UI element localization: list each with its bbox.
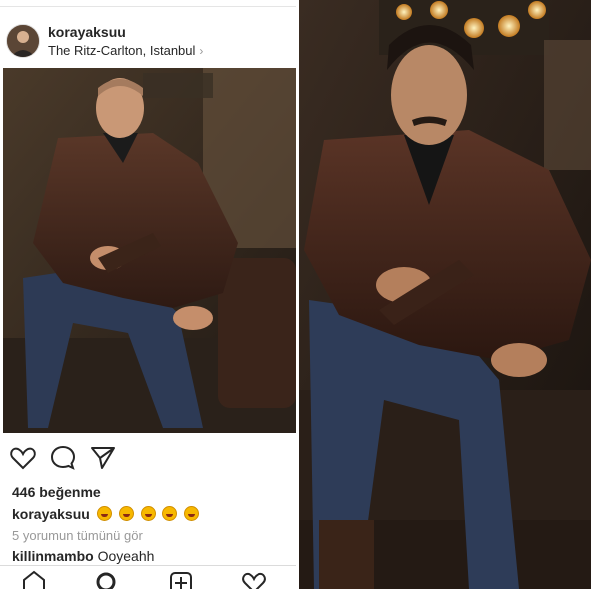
home-icon[interactable] xyxy=(21,570,47,589)
laughing-emoji-icon xyxy=(140,506,156,521)
comment: killinmambo Ooyeahh xyxy=(12,548,154,564)
comment-icon[interactable] xyxy=(49,444,77,472)
post-actions xyxy=(0,444,296,474)
comment-text: Ooyeahh xyxy=(97,548,155,564)
comment-username[interactable]: killinmambo xyxy=(12,548,94,564)
like-count[interactable]: 446 beğenme xyxy=(12,484,101,500)
add-post-icon[interactable] xyxy=(168,570,194,589)
post-location-link[interactable]: The Ritz-Carlton, Istanbul › xyxy=(48,43,203,58)
post-location[interactable]: The Ritz-Carlton, Istanbul xyxy=(48,43,195,58)
avatar[interactable] xyxy=(6,24,40,58)
comparison-photo xyxy=(299,0,591,589)
heart-icon[interactable] xyxy=(9,444,37,472)
bottom-tab-bar xyxy=(0,565,296,589)
caption-username[interactable]: korayaksuu xyxy=(12,506,90,522)
instagram-post-screenshot: korayaksuu The Ritz-Carlton, Istanbul › xyxy=(0,0,296,589)
post-username[interactable]: korayaksuu xyxy=(48,24,126,40)
post-photo[interactable] xyxy=(3,68,296,433)
chevron-right-icon: › xyxy=(199,44,204,58)
search-icon[interactable] xyxy=(94,570,120,589)
view-all-comments-link[interactable]: 5 yorumun tümünü gör xyxy=(12,528,143,543)
send-icon[interactable] xyxy=(89,444,117,472)
activity-heart-icon[interactable] xyxy=(241,570,267,589)
laughing-emoji-icon xyxy=(96,506,112,521)
laughing-emoji-icon xyxy=(118,506,134,521)
post-caption: korayaksuu xyxy=(12,506,200,522)
laughing-emoji-icon xyxy=(184,506,200,521)
laughing-emoji-icon xyxy=(162,506,178,521)
status-divider xyxy=(0,0,296,7)
post-header: korayaksuu The Ritz-Carlton, Istanbul › xyxy=(0,18,296,66)
